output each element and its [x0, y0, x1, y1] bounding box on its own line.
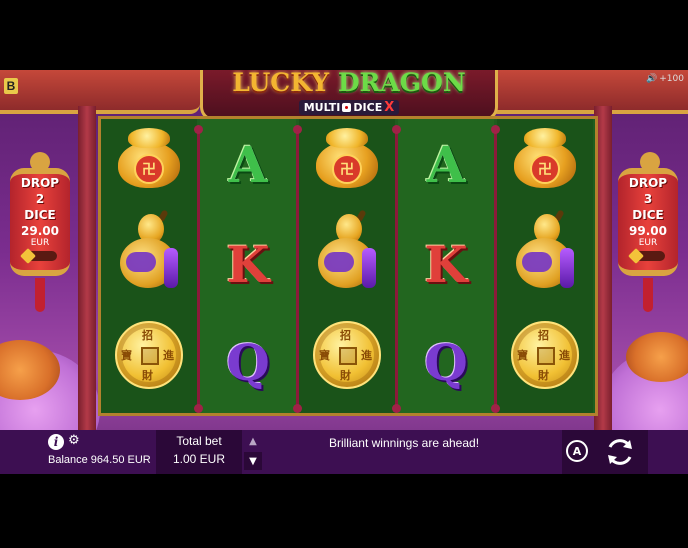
- gear-icon[interactable]: ⚙: [68, 433, 80, 448]
- symbol-a: A: [210, 127, 286, 203]
- coin-char-left: 寶: [319, 349, 330, 362]
- reel-divider: [293, 125, 302, 413]
- letter-q: Q: [424, 333, 468, 392]
- sound-level: +100: [659, 74, 684, 84]
- game-title: LUCKY DRAGON: [203, 70, 495, 96]
- subtitle-x: X: [384, 100, 395, 115]
- left-roof: [0, 70, 200, 114]
- lantern-right-amount: 99.00: [629, 224, 667, 238]
- reel-area: 卍 招 進 寶 財 A K Q 卍 招 進 寶 財 A K Q 卍 招 進 寶 …: [98, 116, 598, 416]
- lantern-left-currency: EUR: [30, 238, 50, 248]
- status-message: Brilliant winnings are ahead!: [328, 436, 480, 450]
- title-word-lucky: LUCKY: [232, 70, 330, 97]
- symbol-q: Q: [408, 325, 484, 401]
- lantern-right-line2: 3: [643, 192, 653, 206]
- autoplay-button[interactable]: A: [566, 440, 588, 462]
- letter-a: A: [228, 135, 268, 194]
- control-bar: i ⚙ Balance 964.50 EUR Total bet 1.00 EU…: [0, 430, 688, 474]
- title-word-dragon: DRAGON: [337, 70, 466, 97]
- dice-icon: [342, 103, 352, 112]
- symbol-gourd: [507, 209, 583, 289]
- symbol-gold-pot: 卍: [507, 121, 583, 197]
- symbol-coin: 招 進 寶 財: [309, 317, 385, 393]
- bet-value: 1.00 EUR: [172, 452, 226, 466]
- lantern-right-currency: EUR: [638, 238, 658, 248]
- subtitle-multi: MULTI: [303, 101, 341, 114]
- seal-mark: 卍: [332, 154, 362, 184]
- lantern-right-line3: DICE: [632, 208, 664, 222]
- letter-q: Q: [226, 333, 270, 392]
- coin-char-left: 寶: [121, 349, 132, 362]
- symbol-k: K: [210, 227, 286, 303]
- symbol-gold-pot: 卍: [309, 121, 385, 197]
- coin-char-right: 進: [361, 349, 372, 362]
- lantern-left-amount: 29.00: [21, 224, 59, 238]
- coin-char-top: 招: [340, 329, 351, 342]
- coin-char-bottom: 財: [538, 369, 549, 382]
- reel-divider: [194, 125, 203, 413]
- reel-divider: [491, 125, 500, 413]
- symbol-gourd: [111, 209, 187, 289]
- symbol-gold-pot: 卍: [111, 121, 187, 197]
- orange-tree-right: [626, 332, 688, 382]
- lantern-right-line1: DROP: [628, 176, 668, 190]
- bet-decrease-button[interactable]: ▼: [244, 452, 262, 470]
- coin-char-bottom: 財: [142, 369, 153, 382]
- lantern-left-toggle[interactable]: [23, 251, 57, 261]
- game-frame: B 🔊 +100 LUCKY DRAGON MULTI DICE X DROP …: [0, 70, 688, 474]
- symbol-k: K: [408, 227, 484, 303]
- left-lantern-tassel: [35, 278, 45, 312]
- letter-k: K: [226, 235, 270, 294]
- symbol-q: Q: [210, 325, 286, 401]
- speaker-icon[interactable]: 🔊: [646, 74, 657, 84]
- symbol-coin: 招 進 寶 財: [111, 317, 187, 393]
- seal-mark: 卍: [134, 154, 164, 184]
- balance-label: Balance 964.50 EUR: [48, 454, 151, 466]
- symbol-a: A: [408, 127, 484, 203]
- bet-label: Total bet: [176, 434, 222, 448]
- game-logo: LUCKY DRAGON MULTI DICE X: [200, 70, 498, 121]
- symbol-gourd: [309, 209, 385, 289]
- sound-control[interactable]: 🔊 +100: [646, 74, 684, 84]
- drop-3-dice-lantern[interactable]: DROP 3 DICE 99.00 EUR: [618, 168, 678, 276]
- left-pillar: [78, 106, 96, 446]
- coin-char-top: 招: [142, 329, 153, 342]
- symbol-coin: 招 進 寶 財: [507, 317, 583, 393]
- drop-2-dice-lantern[interactable]: DROP 2 DICE 29.00 EUR: [10, 168, 70, 276]
- coin-char-bottom: 財: [340, 369, 351, 382]
- lantern-right-toggle[interactable]: [631, 251, 665, 261]
- spin-button[interactable]: [602, 434, 638, 470]
- game-subtitle: MULTI DICE X: [298, 100, 400, 115]
- lantern-left-line2: 2: [35, 192, 45, 206]
- spin-icon[interactable]: [603, 435, 637, 469]
- coin-char-top: 招: [538, 329, 549, 342]
- letter-a: A: [426, 135, 466, 194]
- letter-k: K: [424, 235, 468, 294]
- bet-increase-button[interactable]: ▲: [244, 432, 262, 450]
- bet-panel: Total bet 1.00 EUR: [156, 430, 242, 474]
- subtitle-dice: DICE: [353, 101, 383, 114]
- brand-badge: B: [4, 78, 18, 94]
- coin-char-right: 進: [559, 349, 570, 362]
- coin-char-right: 進: [163, 349, 174, 362]
- lantern-left-line3: DICE: [24, 208, 56, 222]
- info-icon[interactable]: i: [48, 434, 64, 450]
- seal-mark: 卍: [530, 154, 560, 184]
- coin-char-left: 寶: [517, 349, 528, 362]
- reel-divider: [392, 125, 401, 413]
- right-lantern-tassel: [643, 278, 653, 312]
- lantern-left-line1: DROP: [20, 176, 60, 190]
